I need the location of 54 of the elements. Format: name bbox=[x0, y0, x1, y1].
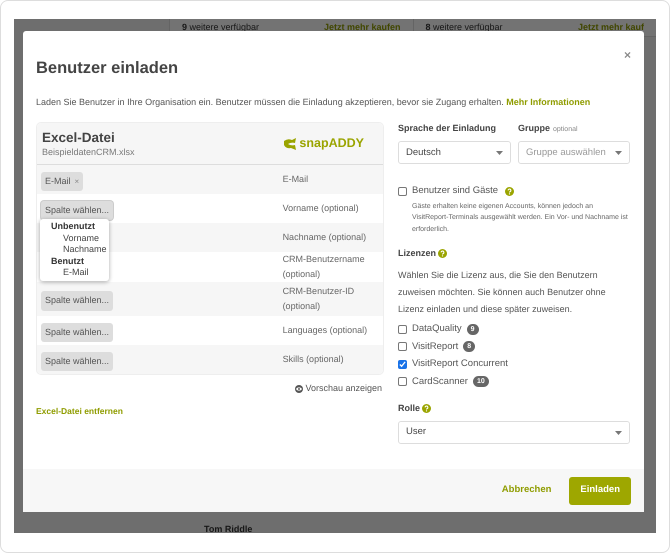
field-label: E-Mail bbox=[282, 173, 310, 186]
eye-icon bbox=[295, 385, 304, 393]
field-label: CRM-Benutzername (optional) bbox=[282, 253, 366, 282]
help-icon bbox=[422, 404, 432, 413]
caret-icon bbox=[615, 150, 622, 155]
caret-icon bbox=[615, 430, 622, 434]
license-label[interactable]: DataQuality bbox=[412, 322, 462, 336]
group-label: Unbenutzt bbox=[50, 221, 96, 233]
help-icon bbox=[505, 186, 514, 196]
intro-text: Laden Sie Benutzer in Ihre Organisation ein. Benutzer müssen die Einladung akzeptieren, bevor sie Zugang erhalten. Mehr Informationen bbox=[35, 96, 592, 109]
licenses-text: Wählen Sie die Lizenz aus, die Sie den Benutzern zuweisen möchten. Sie können auch Benutzer ohne Lizenz einladen und diese später zuweisen. bbox=[398, 268, 607, 316]
license-label[interactable]: VisitReport bbox=[412, 340, 458, 354]
logo-icon bbox=[283, 136, 298, 151]
help-icon bbox=[438, 249, 448, 258]
checkbox[interactable] bbox=[398, 324, 407, 334]
dropdown-option[interactable]: E-Mail bbox=[40, 267, 109, 279]
dialog-title: Benutzer einladen bbox=[36, 58, 178, 79]
checkbox[interactable] bbox=[398, 342, 407, 352]
availability-text: 9 weitere verfügbar bbox=[182, 20, 260, 34]
license-label[interactable]: CardScanner bbox=[412, 374, 468, 389]
preview-button[interactable]: Vorschau anzeigen bbox=[295, 382, 382, 396]
file-title: Excel-Datei bbox=[42, 128, 116, 146]
license-label[interactable]: VisitReport Concurrent bbox=[412, 357, 508, 372]
info-link[interactable]: Mehr Informationen bbox=[506, 96, 590, 107]
field-label: Languages (optional) bbox=[282, 324, 368, 338]
section-title: Rolle bbox=[398, 402, 420, 414]
guests-label[interactable]: Benutzer sind Gäste bbox=[412, 184, 498, 198]
file-name: BeispieldatenCRM.xlsx bbox=[42, 146, 135, 159]
role-select[interactable]: User bbox=[398, 421, 630, 444]
checkbox[interactable] bbox=[398, 377, 407, 386]
checkbox[interactable] bbox=[398, 186, 407, 196]
logo-text: snapADDY bbox=[299, 135, 364, 152]
dropdown-option[interactable]: Nachname bbox=[40, 244, 109, 256]
caret-icon bbox=[496, 150, 503, 155]
dropdown-option[interactable]: Vorname bbox=[40, 232, 109, 244]
column-select[interactable]: Spalte wählen... bbox=[41, 322, 114, 342]
availability-text: 8 weitere verfügbar bbox=[426, 20, 503, 34]
field-label: Nachname (optional) bbox=[282, 231, 368, 244]
field-label: Vorname (optional) bbox=[282, 202, 360, 216]
group-label: Benutzt bbox=[50, 256, 85, 268]
column-select[interactable]: Spalte wählen... bbox=[41, 291, 114, 311]
close-button[interactable]: × bbox=[624, 46, 631, 60]
field-label: CRM-Benutzer-ID (optional) bbox=[282, 285, 356, 314]
field-label: Skills (optional) bbox=[282, 353, 345, 366]
column-select[interactable]: Spalte wählen... bbox=[41, 200, 114, 220]
language-select[interactable]: Deutsch bbox=[398, 141, 511, 164]
section-title: Lizenzen bbox=[398, 247, 436, 260]
user-name: Tom Riddle bbox=[204, 523, 252, 533]
column-tag[interactable]: E-Mail × bbox=[41, 172, 84, 192]
remove-file-link[interactable]: Excel-Datei entfernen bbox=[36, 404, 384, 418]
column-select[interactable]: Spalte wählen... bbox=[41, 352, 114, 372]
checkbox[interactable] bbox=[398, 360, 407, 369]
field-label: Sprache der Einladung bbox=[398, 122, 498, 136]
field-label: Gruppe bbox=[518, 122, 550, 136]
